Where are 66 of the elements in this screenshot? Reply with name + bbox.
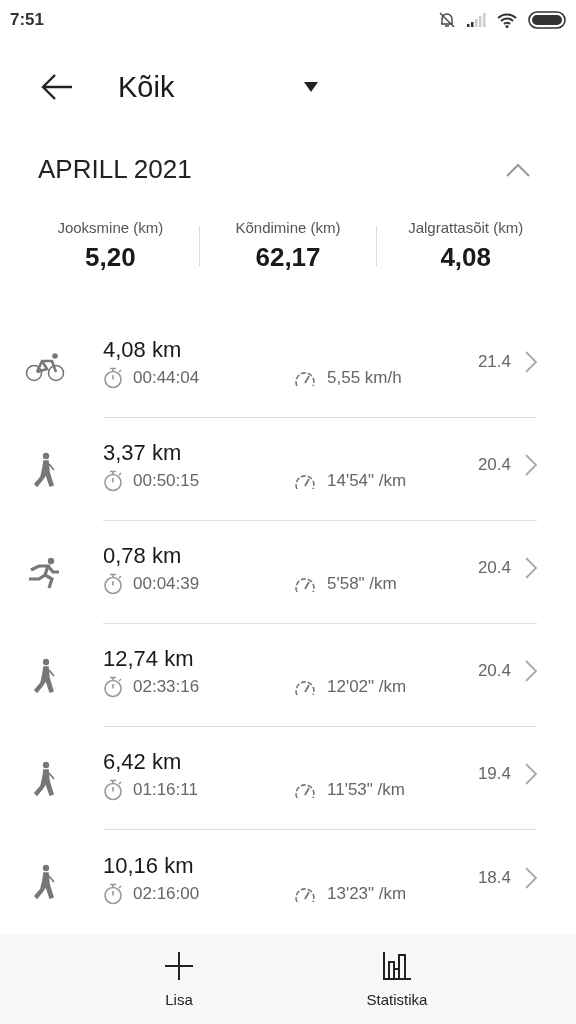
- activity-distance: 12,74 km: [103, 646, 195, 672]
- activity-date: 20.4: [477, 558, 511, 579]
- plus-icon: [164, 951, 194, 981]
- chevron-right-icon: [525, 866, 537, 889]
- stopwatch-icon: [103, 470, 123, 492]
- chevron-right-icon: [525, 660, 537, 682]
- stopwatch-icon: [103, 882, 123, 905]
- activity-row[interactable]: 4,08 km 00:44:04 5,55 km/h 21.4: [0, 315, 576, 418]
- walking-person-icon: [32, 863, 57, 900]
- activity-date: 20.4: [477, 455, 511, 476]
- summary-value: 4,08: [440, 242, 491, 273]
- activity-duration: 00:04:39: [133, 574, 201, 594]
- activity-date: 18.4: [477, 867, 511, 889]
- activity-distance: 3,37 km: [103, 440, 183, 466]
- bottom-nav-button[interactable]: Lisa: [109, 935, 249, 1024]
- activity-duration: 00:50:15: [133, 471, 201, 491]
- stopwatch-icon: [103, 779, 123, 801]
- activity-date: 21.4: [477, 352, 511, 373]
- stopwatch-icon: [103, 573, 123, 595]
- chevron-right-icon: [525, 557, 537, 579]
- collapse-chevron-icon[interactable]: [506, 162, 530, 177]
- summary-label: Jooksmine (km): [57, 219, 164, 236]
- activity-row[interactable]: 12,74 km 02:33:16 12'02" /km 20.4: [0, 624, 576, 727]
- activity-pace: 13'23" /km: [327, 883, 407, 904]
- activity-duration: 00:44:04: [133, 368, 201, 388]
- bell-muted-icon: [438, 11, 456, 29]
- activity-distance: 0,78 km: [103, 543, 183, 569]
- summary-value: 62,17: [255, 242, 321, 273]
- stopwatch-icon: [103, 367, 123, 389]
- chevron-right-icon: [525, 763, 537, 785]
- activity-date: 19.4: [477, 764, 511, 785]
- stopwatch-icon: [103, 676, 123, 698]
- walking-person-icon: [32, 451, 57, 488]
- activity-row[interactable]: 0,78 km 00:04:39 5'58" /km 20.4: [0, 521, 576, 624]
- summary-label: Kõndimine (km): [235, 219, 341, 236]
- status-time: 7:51: [10, 10, 45, 30]
- bar-chart-icon: [382, 951, 412, 981]
- chevron-right-icon: [525, 351, 537, 373]
- bottom-nav-button[interactable]: Statistika: [327, 935, 467, 1024]
- activity-pace: 5,55 km/h: [327, 368, 402, 388]
- activity-duration: 01:16:11: [133, 780, 199, 800]
- cyclist-icon: [24, 351, 65, 382]
- activity-distance: 6,42 km: [103, 749, 183, 775]
- activity-filter-dropdown[interactable]: Kõik: [118, 70, 319, 104]
- activity-pace: 5'58" /km: [327, 574, 397, 594]
- activity-row[interactable]: 10,16 km 02:16:00 13'23" /km 18.4: [0, 830, 576, 933]
- walking-person-icon: [32, 760, 57, 797]
- activity-row[interactable]: 6,42 km 01:16:11 11'53" /km 19.4: [0, 727, 576, 830]
- summary-value: 5,20: [85, 242, 136, 273]
- activity-pace: 11'53" /km: [327, 780, 405, 800]
- activity-pace: 12'02" /km: [327, 677, 407, 697]
- month-title: APRILL 2021: [38, 154, 192, 185]
- battery-icon: [528, 11, 566, 29]
- activity-pace: 14'54" /km: [327, 471, 407, 491]
- activity-row[interactable]: 3,37 km 00:50:15 14'54" /km 20.4: [0, 418, 576, 521]
- caret-down-icon: [304, 82, 319, 92]
- summary-label: Jalgrattasõit (km): [408, 219, 524, 236]
- activity-duration: 02:33:16: [133, 677, 201, 697]
- activity-date: 20.4: [477, 661, 511, 682]
- activity-distance: 10,16 km: [103, 852, 195, 879]
- chevron-right-icon: [525, 454, 537, 476]
- wifi-icon: [496, 12, 518, 28]
- signal-icon: [466, 12, 486, 28]
- walking-person-icon: [32, 657, 57, 694]
- activity-duration: 02:16:00: [133, 883, 201, 904]
- activity-distance: 4,08 km: [103, 337, 183, 363]
